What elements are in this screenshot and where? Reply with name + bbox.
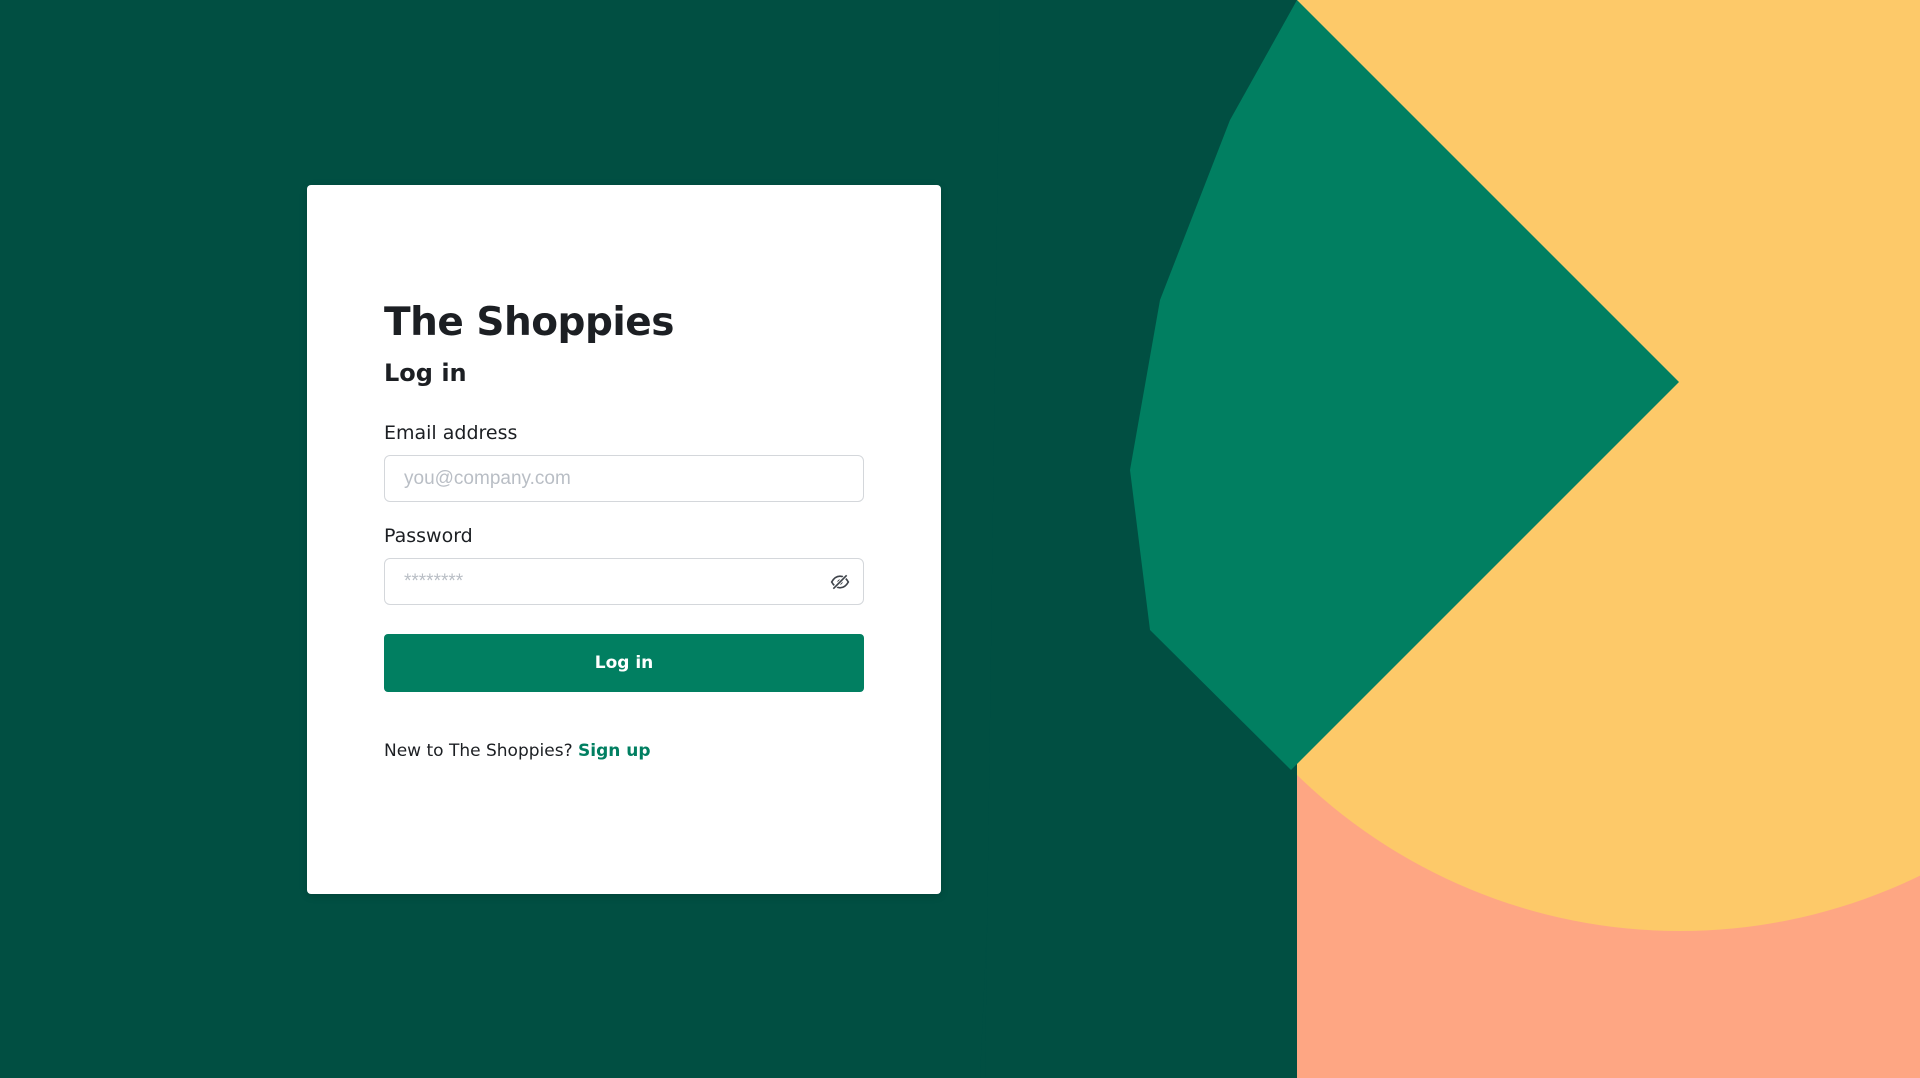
password-label: Password [384,525,473,547]
brand-title: The Shoppies [384,300,674,345]
page-subtitle: Log in [384,359,467,387]
background-artwork [980,0,1920,1078]
email-field-wrapper [384,455,864,502]
eye-slash-icon[interactable] [828,570,852,594]
email-label: Email address [384,422,518,444]
email-input[interactable] [384,455,864,502]
password-field-wrapper [384,558,864,605]
login-page: The Shoppies Log in Email address Passwo… [0,0,1920,1078]
login-form: The Shoppies Log in Email address Passwo… [384,298,864,763]
login-button[interactable]: Log in [384,634,864,692]
signup-prompt-row: New to The Shoppies? Sign up [384,739,864,763]
signup-link[interactable]: Sign up [578,741,651,761]
password-input[interactable] [384,558,864,605]
signup-prompt-text: New to The Shoppies? [384,741,573,761]
login-card: The Shoppies Log in Email address Passwo… [307,185,941,894]
